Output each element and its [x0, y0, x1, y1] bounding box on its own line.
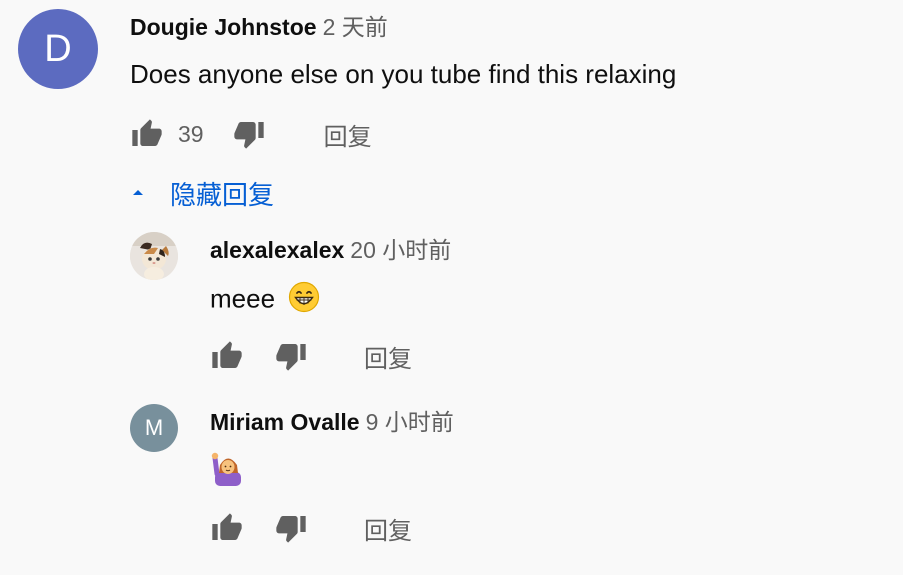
avatar-letter: D — [44, 27, 72, 70]
reply-button[interactable]: 回复 — [364, 339, 412, 374]
reply-text: meee — [210, 281, 320, 320]
comment-time[interactable]: 2 天前 — [323, 14, 388, 40]
dislike-button[interactable] — [274, 339, 308, 373]
comment-header: Dougie Johnstoe 2 天前 — [130, 12, 388, 42]
like-button[interactable] — [130, 117, 164, 151]
reply-author[interactable]: alexalexalex — [210, 237, 344, 263]
reply-actions: 回复 — [210, 510, 412, 546]
comment-author[interactable]: Dougie Johnstoe — [130, 14, 317, 40]
reply-text — [210, 450, 246, 493]
reply-avatar-cat[interactable] — [130, 232, 178, 280]
reply-author[interactable]: Miriam Ovalle — [210, 409, 360, 435]
commenter-avatar[interactable]: D — [18, 9, 98, 89]
hide-replies-label: 隐藏回复 — [170, 179, 275, 210]
thumbs-up-icon — [212, 513, 242, 540]
reply-text-content: meee — [210, 283, 276, 314]
reply-time[interactable]: 9 小时前 — [366, 409, 454, 435]
cat-avatar-icon — [130, 232, 178, 280]
dislike-button[interactable] — [274, 511, 308, 545]
reply-avatar-m[interactable]: M — [130, 404, 178, 452]
reply-button[interactable]: 回复 — [324, 117, 372, 152]
reply-time[interactable]: 20 小时前 — [350, 237, 451, 263]
person-raising-hand-icon — [210, 450, 246, 493]
thumbs-up-icon — [212, 341, 242, 368]
caret-up-icon — [133, 190, 143, 195]
comments-section: D Dougie Johnstoe 2 天前 Does anyone else o… — [0, 0, 903, 575]
hide-replies-button[interactable]: 隐藏回复 — [126, 174, 274, 212]
thumbs-down-icon — [276, 344, 306, 371]
thumbs-down-icon — [233, 122, 264, 149]
avatar-letter: M — [144, 415, 164, 440]
thumbs-up-icon — [132, 119, 162, 146]
reply-header: alexalexalex 20 小时前 — [210, 235, 451, 265]
thumbs-down-icon — [276, 516, 306, 543]
dislike-button[interactable] — [232, 117, 266, 151]
like-button[interactable] — [210, 339, 244, 373]
like-count: 39 — [178, 120, 204, 147]
grinning-face-icon — [288, 281, 320, 320]
reply-actions: 回复 — [210, 338, 412, 374]
reply-header: Miriam Ovalle 9 小时前 — [210, 407, 454, 437]
like-button[interactable] — [210, 511, 244, 545]
comment-text: Does anyone else on you tube find this r… — [130, 59, 677, 89]
comment-actions: 39 回复 — [130, 116, 372, 152]
reply-button[interactable]: 回复 — [364, 511, 412, 546]
